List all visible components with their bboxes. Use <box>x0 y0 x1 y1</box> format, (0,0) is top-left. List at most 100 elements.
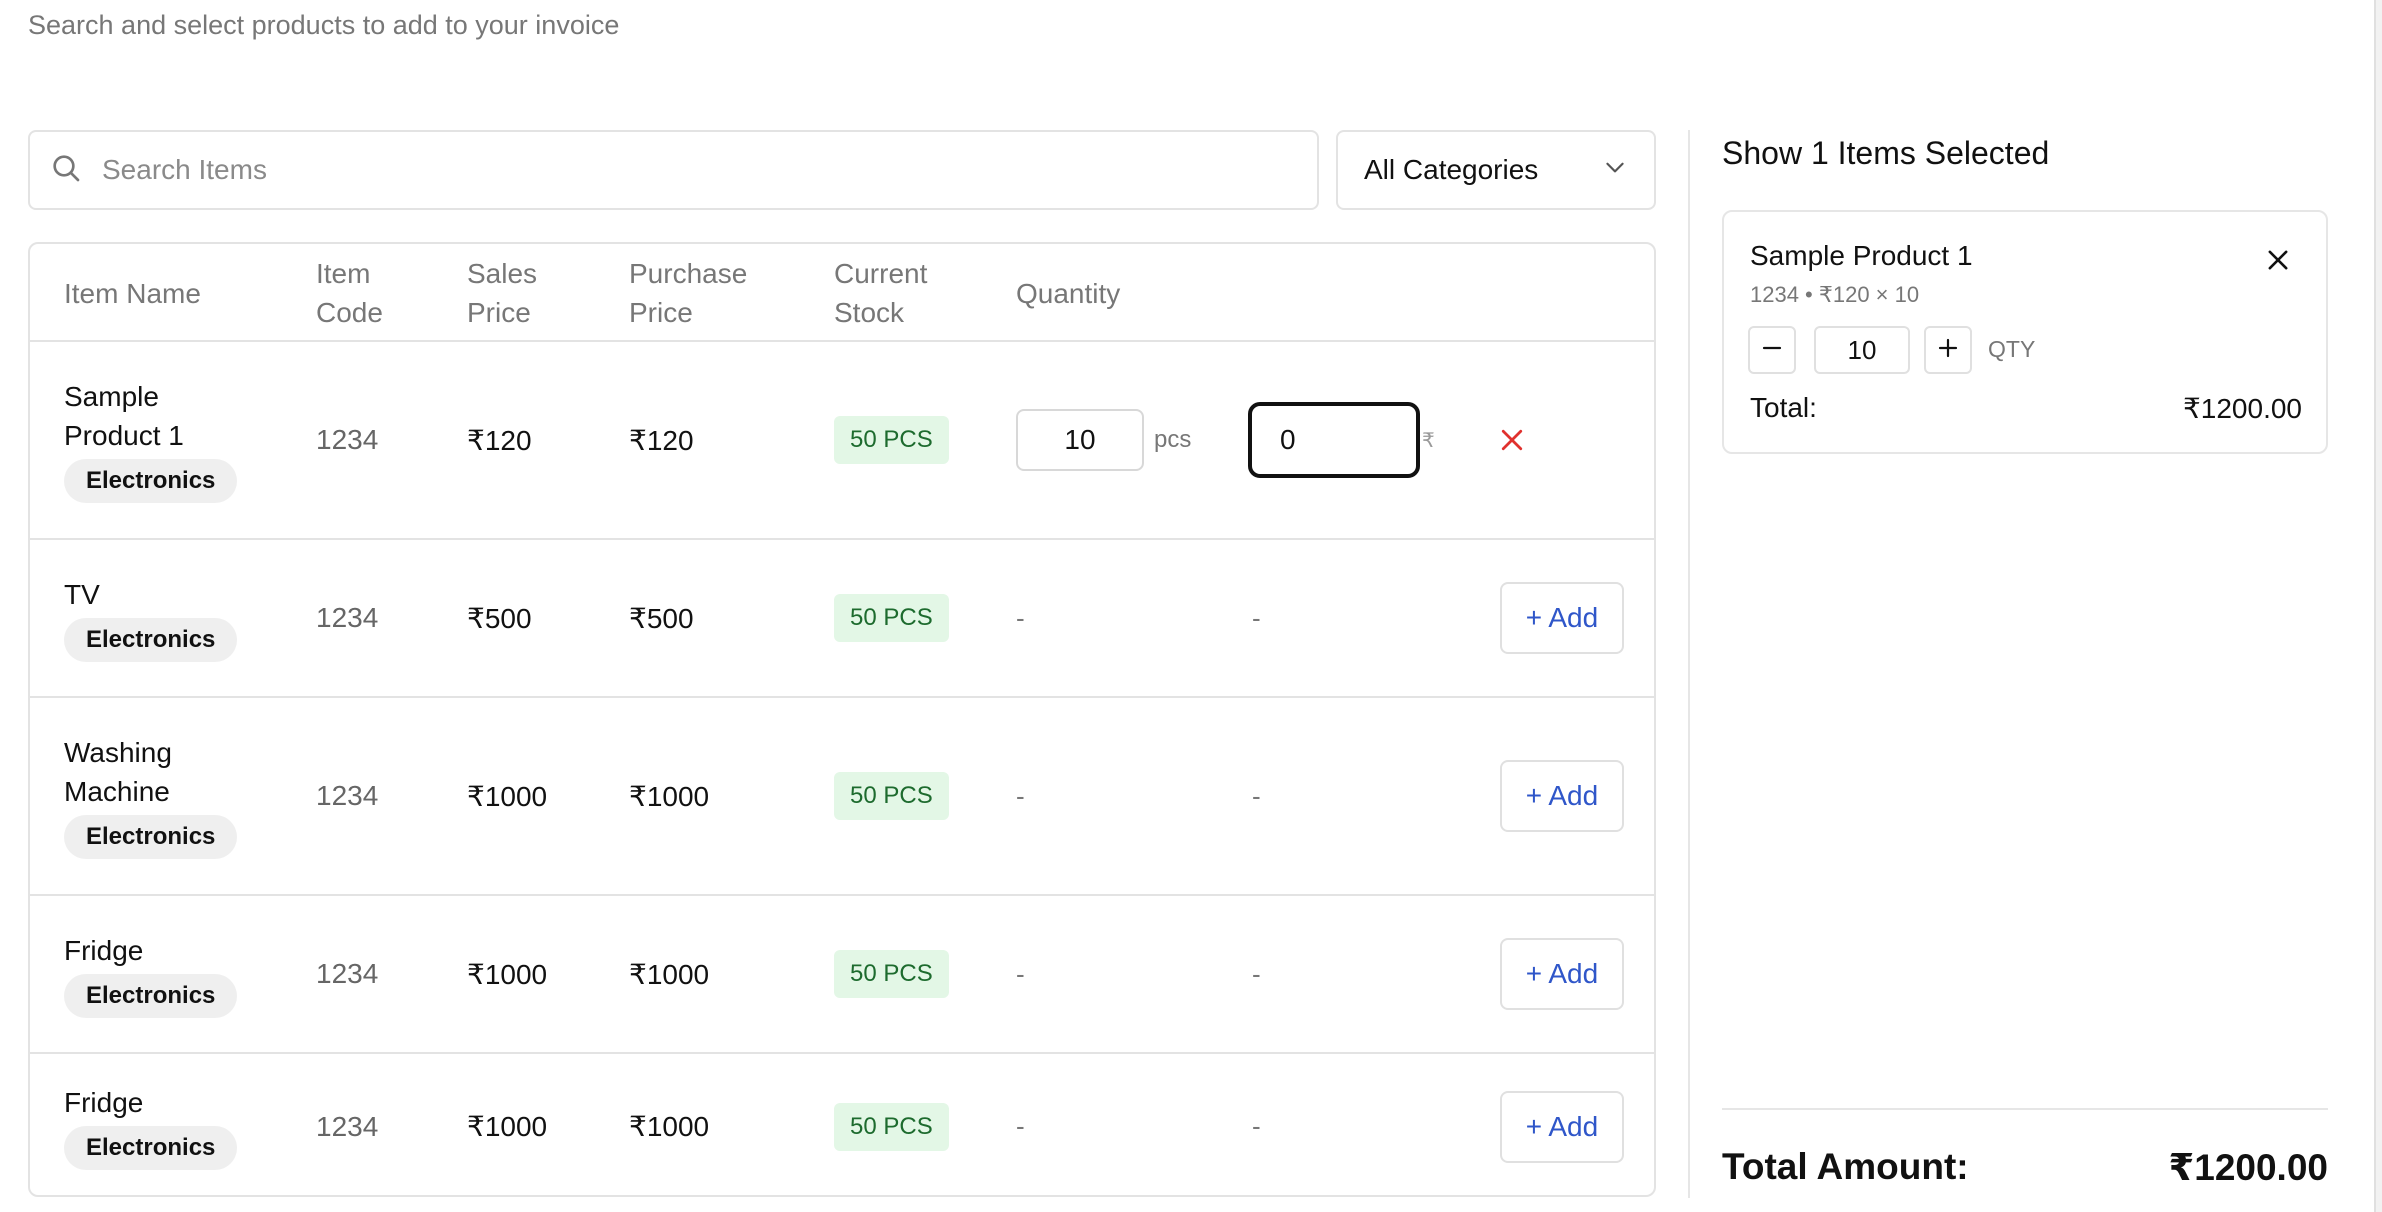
total-amount-value: ₹1200.00 <box>2168 1147 2329 1188</box>
selected-item-card: Sample Product 1 1234 • ₹120 × 10 10 QTY… <box>1722 210 2328 454</box>
add-cell: + Add <box>1500 896 1624 1052</box>
add-button[interactable]: + Add <box>1500 582 1624 654</box>
invoice-item-picker: Search and select products to add to you… <box>0 0 2382 1212</box>
header-item-code: Item Code <box>316 258 383 328</box>
item-name: Washing Machine <box>64 737 172 807</box>
plus-icon <box>1936 336 1960 365</box>
purchase-price: ₹120 <box>629 424 694 456</box>
table-header: Item Name Item Code Sales Price Purchase… <box>30 244 1654 342</box>
table-row: Washing Machine Electronics 1234 ₹1000 ₹… <box>30 698 1654 896</box>
header-current-stock: Current Stock <box>834 258 928 328</box>
increment-button[interactable] <box>1924 326 1972 374</box>
page-subtitle: Search and select products to add to you… <box>28 10 620 40</box>
price-input[interactable]: 0 <box>1248 402 1420 478</box>
header-purchase-price: Purchase Price <box>629 258 748 328</box>
item-name-cell: Sample Product 1 Electronics <box>64 342 238 538</box>
category-select-value: All Categories <box>1364 154 1539 185</box>
sales-price: ₹1000 <box>467 1111 548 1142</box>
item-total-label: Total: <box>1750 392 1817 423</box>
item-code: 1234 <box>316 780 379 811</box>
category-select[interactable]: All Categories <box>1336 130 1656 210</box>
add-button[interactable]: + Add <box>1500 938 1624 1010</box>
item-name-cell: Fridge Electronics <box>64 896 238 1052</box>
category-badge: Electronics <box>64 973 238 1018</box>
selection-title: Show 1 Items Selected <box>1722 135 2050 171</box>
item-code: 1234 <box>316 1110 379 1142</box>
item-code: 1234 <box>316 958 379 989</box>
table-row: Fridge Electronics 1234 ₹1000 ₹1000 50 P… <box>30 896 1654 1054</box>
qty-label: QTY <box>1988 336 2036 362</box>
table-row: Fridge Electronics 1234 ₹1000 ₹1000 50 P… <box>30 1054 1654 1195</box>
currency-symbol: ₹ <box>1422 429 1435 452</box>
price-empty: - <box>1252 780 1261 811</box>
search-input[interactable] <box>102 154 1202 186</box>
item-name-cell: Washing Machine Electronics <box>64 698 238 894</box>
add-cell: + Add <box>1500 698 1624 894</box>
purchase-price: ₹1000 <box>629 1111 710 1142</box>
stock-cell: 50 PCS <box>834 896 949 1052</box>
add-cell: + Add <box>1500 540 1624 696</box>
item-code: 1234 <box>316 424 379 455</box>
add-cell: + Add <box>1500 1054 1624 1195</box>
price-empty: - <box>1252 1111 1261 1141</box>
purchase-price: ₹1000 <box>629 958 710 990</box>
selected-item-meta: 1234 • ₹120 × 10 <box>1750 282 1920 307</box>
stock-cell: 50 PCS <box>834 342 949 538</box>
category-badge: Electronics <box>64 617 238 662</box>
item-name: Fridge <box>64 934 144 966</box>
stock-cell: 50 PCS <box>834 698 949 894</box>
header-sales-price: Sales Price <box>467 258 538 328</box>
quantity-empty: - <box>1016 602 1025 633</box>
add-button[interactable]: + Add <box>1500 760 1624 832</box>
purchase-price: ₹500 <box>629 602 694 634</box>
stock-cell: 50 PCS <box>834 1054 949 1195</box>
chevron-down-icon <box>1602 154 1628 187</box>
price-cell: 0 ₹ <box>1248 342 1435 538</box>
quantity-cell: 10 pcs <box>1016 342 1191 538</box>
stock-badge: 50 PCS <box>834 1102 949 1151</box>
item-code: 1234 <box>316 602 379 633</box>
selected-item-name: Sample Product 1 <box>1750 240 1973 271</box>
item-total-value: ₹1200.00 <box>2182 393 2302 424</box>
stock-badge: 50 PCS <box>834 772 949 820</box>
header-item-name: Item Name <box>64 277 201 309</box>
item-name: Sample Product 1 <box>64 381 184 451</box>
search-icon <box>50 152 102 189</box>
stock-cell: 50 PCS <box>834 540 949 696</box>
category-badge: Electronics <box>64 1126 238 1170</box>
category-badge: Electronics <box>64 815 238 859</box>
price-empty: - <box>1252 958 1261 989</box>
search-box[interactable] <box>28 130 1319 210</box>
add-button[interactable]: + Add <box>1500 1090 1624 1163</box>
item-name-cell: TV Electronics <box>64 540 238 696</box>
purchase-price: ₹1000 <box>629 780 710 812</box>
sales-price: ₹500 <box>467 602 532 634</box>
unit-label: pcs <box>1154 426 1192 453</box>
quantity-empty: - <box>1016 780 1025 811</box>
sales-price: ₹1000 <box>467 780 548 812</box>
sales-price: ₹1000 <box>467 958 548 990</box>
total-amount-label: Total Amount: <box>1722 1146 1969 1187</box>
item-name: Fridge <box>64 1087 144 1118</box>
quantity-input[interactable]: 10 <box>1016 409 1144 471</box>
scrollbar[interactable] <box>2374 0 2382 1212</box>
item-name: TV <box>64 578 100 610</box>
close-icon[interactable] <box>1497 342 1527 538</box>
stock-badge: 50 PCS <box>834 594 949 642</box>
decrement-button[interactable] <box>1748 326 1796 374</box>
table-row: TV Electronics 1234 ₹500 ₹500 50 PCS - -… <box>30 540 1654 698</box>
minus-icon <box>1760 336 1784 365</box>
quantity-empty: - <box>1016 1111 1025 1141</box>
header-quantity: Quantity <box>1016 277 1121 309</box>
quantity-stepper[interactable]: 10 <box>1814 326 1910 374</box>
panel-divider <box>1688 130 1690 1198</box>
close-icon[interactable] <box>2264 246 2292 274</box>
quantity-empty: - <box>1016 958 1025 989</box>
items-table: Item Name Item Code Sales Price Purchase… <box>28 242 1656 1197</box>
stock-badge: 50 PCS <box>834 416 949 464</box>
total-divider <box>1722 1108 2328 1110</box>
stock-badge: 50 PCS <box>834 950 949 998</box>
price-empty: - <box>1252 602 1261 633</box>
item-name-cell: Fridge Electronics <box>64 1054 238 1195</box>
category-badge: Electronics <box>64 459 238 503</box>
